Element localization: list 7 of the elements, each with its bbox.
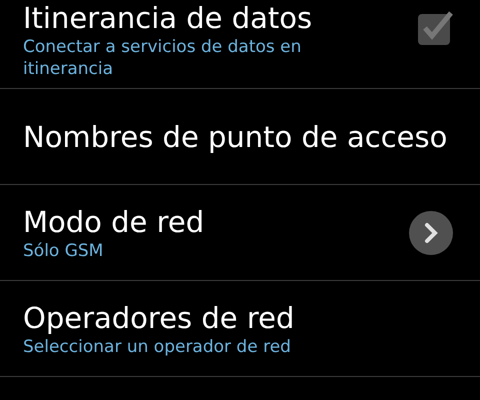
setting-summary: Seleccionar un operador de red [23, 336, 292, 358]
setting-summary: Sólo GSM [23, 240, 104, 262]
setting-title[interactable]: Modo de red [23, 204, 409, 240]
setting-title[interactable]: Operadores de red [23, 300, 453, 336]
setting-title[interactable]: Nombres de punto de acceso [23, 118, 453, 154]
setting-summary: Conectar a servicios de datos en itinerancia [23, 36, 302, 80]
chevron-right-icon[interactable] [409, 210, 453, 254]
